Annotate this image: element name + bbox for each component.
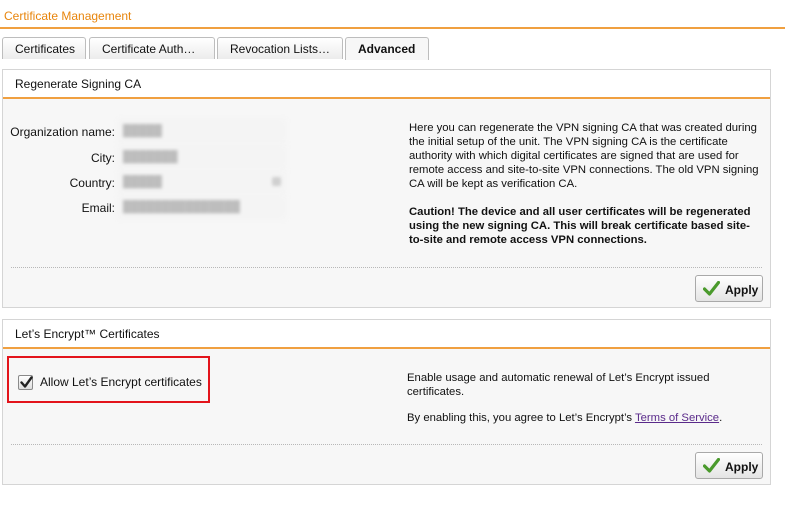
tab-certificate-authorities[interactable]: Certificate Auth… [89, 37, 215, 59]
tab-revocation-lists[interactable]: Revocation Lists… [217, 37, 343, 59]
letsencrypt-section: Let’s Encrypt™ Certificates Allow Let’s … [2, 319, 771, 485]
apply-label: Apply [725, 460, 759, 474]
org-label: Organization name: [10, 125, 115, 139]
org-input[interactable]: █████ [119, 120, 285, 142]
agree-prefix: By enabling this, you agree to Let’s Enc… [407, 412, 635, 424]
email-label: Email: [81, 201, 115, 215]
email-input[interactable]: ███████████████ [119, 196, 285, 218]
apply-label: Apply [725, 283, 759, 297]
regenerate-section-title: Regenerate Signing CA [3, 70, 770, 99]
regenerate-signing-ca-section: Regenerate Signing CA Organization name:… [2, 69, 771, 308]
allow-letsencrypt-label[interactable]: Allow Let’s Encrypt certificates [40, 375, 202, 389]
dropdown-arrow-icon [272, 177, 281, 186]
regenerate-description: Here you can regenerate the VPN signing … [409, 121, 763, 247]
letsencrypt-info-text: Enable usage and automatic renewal of Le… [407, 372, 710, 398]
terms-of-service-link[interactable]: Terms of Service [635, 412, 719, 424]
page-title: Certificate Management [4, 9, 132, 23]
tab-advanced[interactable]: Advanced [345, 37, 429, 60]
highlight-box: Allow Let’s Encrypt certificates [7, 356, 210, 403]
letsencrypt-agree-text: By enabling this, you agree to Let’s Enc… [407, 411, 763, 425]
regenerate-info-text: Here you can regenerate the VPN signing … [409, 122, 759, 190]
allow-letsencrypt-checkbox[interactable] [18, 375, 33, 390]
letsencrypt-description: Enable usage and automatic renewal of Le… [407, 371, 763, 425]
regenerate-caution-text: Caution! The device and all user certifi… [409, 206, 751, 246]
tab-certificates[interactable]: Certificates [2, 37, 86, 59]
title-rule [0, 27, 785, 29]
letsencrypt-section-title: Let’s Encrypt™ Certificates [3, 320, 770, 349]
check-icon [703, 458, 720, 473]
city-input[interactable]: ███████ [119, 146, 285, 168]
check-icon [703, 281, 720, 296]
city-label: City: [91, 151, 115, 165]
divider [11, 444, 762, 445]
regenerate-apply-button[interactable]: Apply [695, 275, 763, 302]
country-select[interactable]: █████ [119, 171, 285, 193]
divider [11, 267, 762, 268]
country-value: █████ [123, 176, 162, 188]
agree-suffix: . [719, 412, 723, 424]
letsencrypt-apply-button[interactable]: Apply [695, 452, 763, 479]
checkmark-icon [20, 376, 33, 388]
country-label: Country: [69, 176, 115, 190]
